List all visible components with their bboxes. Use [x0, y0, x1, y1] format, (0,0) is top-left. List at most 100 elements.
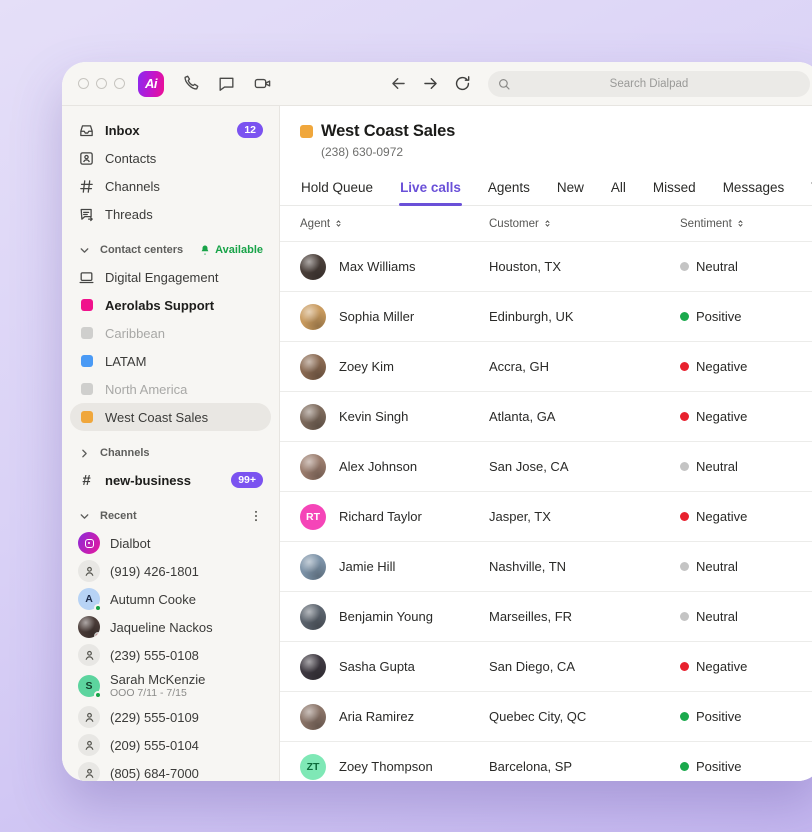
center-color-swatch — [81, 383, 93, 395]
hash-icon — [78, 178, 95, 195]
agent-name: Kevin Singh — [339, 409, 408, 424]
column-header-sentiment[interactable]: Sentiment — [680, 217, 812, 230]
customer-location: Marseilles, FR — [489, 609, 680, 624]
app-window: Ai Inbox 12 — [62, 62, 812, 781]
table-row[interactable]: Sophia Miller Edinburgh, UK Positive — [280, 292, 812, 342]
search-icon — [497, 77, 511, 91]
maximize-window-icon[interactable] — [114, 78, 125, 89]
availability-status[interactable]: Available — [199, 244, 263, 256]
sidebar-item-north-america[interactable]: North America — [70, 375, 271, 403]
recent-item-phone[interactable]: (805) 684-7000 — [70, 759, 271, 781]
tab-agents[interactable]: Agents — [487, 174, 531, 205]
sort-icon — [736, 217, 745, 230]
back-arrow-icon[interactable] — [389, 74, 408, 93]
sidebar-item-contacts[interactable]: Contacts — [70, 144, 271, 172]
recent-item-phone[interactable]: (209) 555-0104 — [70, 731, 271, 759]
avatar — [300, 704, 326, 730]
customer-location: San Diego, CA — [489, 659, 680, 674]
search-input[interactable] — [488, 71, 810, 97]
recent-item-phone[interactable]: (919) 426-1801 — [70, 557, 271, 585]
table-row[interactable]: ZTZoey Thompson Barcelona, SP Positive — [280, 742, 812, 781]
sentiment-label: Positive — [696, 759, 742, 774]
section-channels[interactable]: Channels — [70, 440, 271, 466]
sidebar-item-threads[interactable]: Threads — [70, 200, 271, 228]
column-label: Sentiment — [680, 218, 732, 230]
sidebar-item-inbox[interactable]: Inbox 12 — [70, 116, 271, 144]
recent-item-autumn-cooke[interactable]: A Autumn Cooke — [70, 585, 271, 613]
close-window-icon[interactable] — [78, 78, 89, 89]
sidebar-item-new-business[interactable]: # new-business 99+ — [70, 466, 271, 494]
traffic-lights[interactable] — [78, 78, 125, 89]
recent-item-phone[interactable]: (239) 555-0108 — [70, 641, 271, 669]
sidebar-item-label: Caribbean — [105, 326, 165, 341]
recent-item-sarah-mckenzie[interactable]: S Sarah McKenzie OOO 7/11 - 7/15 — [70, 669, 271, 703]
sidebar-item-latam[interactable]: LATAM — [70, 347, 271, 375]
person-icon — [78, 706, 100, 728]
sidebar-item-label: Channels — [105, 179, 160, 194]
avatar: S — [78, 675, 100, 697]
column-label: Customer — [489, 218, 539, 230]
unread-count-badge: 99+ — [231, 472, 263, 488]
sidebar-item-aerolabs-support[interactable]: Aerolabs Support — [70, 291, 271, 319]
sidebar-item-caribbean[interactable]: Caribbean — [70, 319, 271, 347]
forward-arrow-icon[interactable] — [421, 74, 440, 93]
tab-hold-queue[interactable]: Hold Queue — [300, 174, 374, 205]
live-calls-table: Max Williams Houston, TX Neutral Sophia … — [300, 242, 812, 781]
section-label: Recent — [100, 510, 137, 522]
table-row[interactable]: Alex Johnson San Jose, CA Neutral — [280, 442, 812, 492]
column-header-customer[interactable]: Customer — [489, 217, 680, 230]
tab-new[interactable]: New — [556, 174, 585, 205]
video-icon[interactable] — [253, 74, 272, 93]
recent-item-label: (209) 555-0104 — [110, 738, 199, 753]
customer-location: San Jose, CA — [489, 459, 680, 474]
dialbot-avatar — [78, 532, 100, 554]
dialpad-ai-logo[interactable]: Ai — [138, 71, 164, 97]
avatar — [300, 604, 326, 630]
tab-live-calls[interactable]: Live calls — [399, 174, 462, 205]
kebab-menu-icon[interactable] — [249, 509, 263, 523]
phone-icon[interactable] — [181, 74, 200, 93]
search-bar[interactable] — [488, 71, 810, 97]
sidebar-item-label: North America — [105, 382, 187, 397]
table-row[interactable]: Aria Ramirez Quebec City, QC Positive — [280, 692, 812, 742]
recent-item-jaqueline-nackos[interactable]: Jaqueline Nackos — [70, 613, 271, 641]
sidebar-item-channels[interactable]: Channels — [70, 172, 271, 200]
table-row[interactable]: Sasha Gupta San Diego, CA Negative — [280, 642, 812, 692]
status-dot — [94, 691, 102, 699]
sentiment-dot — [680, 262, 689, 271]
agent-name: Aria Ramirez — [339, 709, 414, 724]
customer-location: Houston, TX — [489, 259, 680, 274]
section-label: Contact centers — [100, 244, 183, 256]
recent-item-label: Jaqueline Nackos — [110, 620, 213, 635]
chat-icon[interactable] — [217, 74, 236, 93]
section-recent[interactable]: Recent — [70, 503, 271, 529]
table-row[interactable]: Jamie Hill Nashville, TN Neutral — [280, 542, 812, 592]
table-row[interactable]: Kevin Singh Atlanta, GA Negative — [280, 392, 812, 442]
minimize-window-icon[interactable] — [96, 78, 107, 89]
sidebar-item-digital-engagement[interactable]: Digital Engagement — [70, 263, 271, 291]
main-panel: West Coast Sales (238) 630-0972 Hold Que… — [280, 106, 812, 781]
refresh-icon[interactable] — [453, 74, 472, 93]
table-row[interactable]: RTRichard Taylor Jasper, TX Negative — [280, 492, 812, 542]
column-header-agent[interactable]: Agent — [300, 217, 489, 230]
avatar — [300, 304, 326, 330]
center-color-swatch — [81, 355, 93, 367]
status-dot — [94, 632, 100, 638]
customer-location: Jasper, TX — [489, 509, 680, 524]
avatar — [300, 254, 326, 280]
section-contact-centers[interactable]: Contact centers Available — [70, 237, 271, 263]
tab-all[interactable]: All — [610, 174, 627, 205]
avatar: RT — [300, 504, 326, 530]
recent-item-phone[interactable]: (229) 555-0109 — [70, 703, 271, 731]
table-row[interactable]: Benjamin Young Marseilles, FR Neutral — [280, 592, 812, 642]
column-label: Agent — [300, 218, 330, 230]
recent-item-dialbot[interactable]: Dialbot — [70, 529, 271, 557]
tab-messages[interactable]: Messages — [722, 174, 786, 205]
contact-center-color-swatch — [300, 125, 313, 138]
table-row[interactable]: Max Williams Houston, TX Neutral — [280, 242, 812, 292]
sidebar: Inbox 12 Contacts Channels Threads Conta… — [62, 106, 280, 781]
tab-missed[interactable]: Missed — [652, 174, 697, 205]
sentiment-dot — [680, 562, 689, 571]
sidebar-item-west-coast-sales[interactable]: West Coast Sales — [70, 403, 271, 431]
table-row[interactable]: Zoey Kim Accra, GH Negative — [280, 342, 812, 392]
